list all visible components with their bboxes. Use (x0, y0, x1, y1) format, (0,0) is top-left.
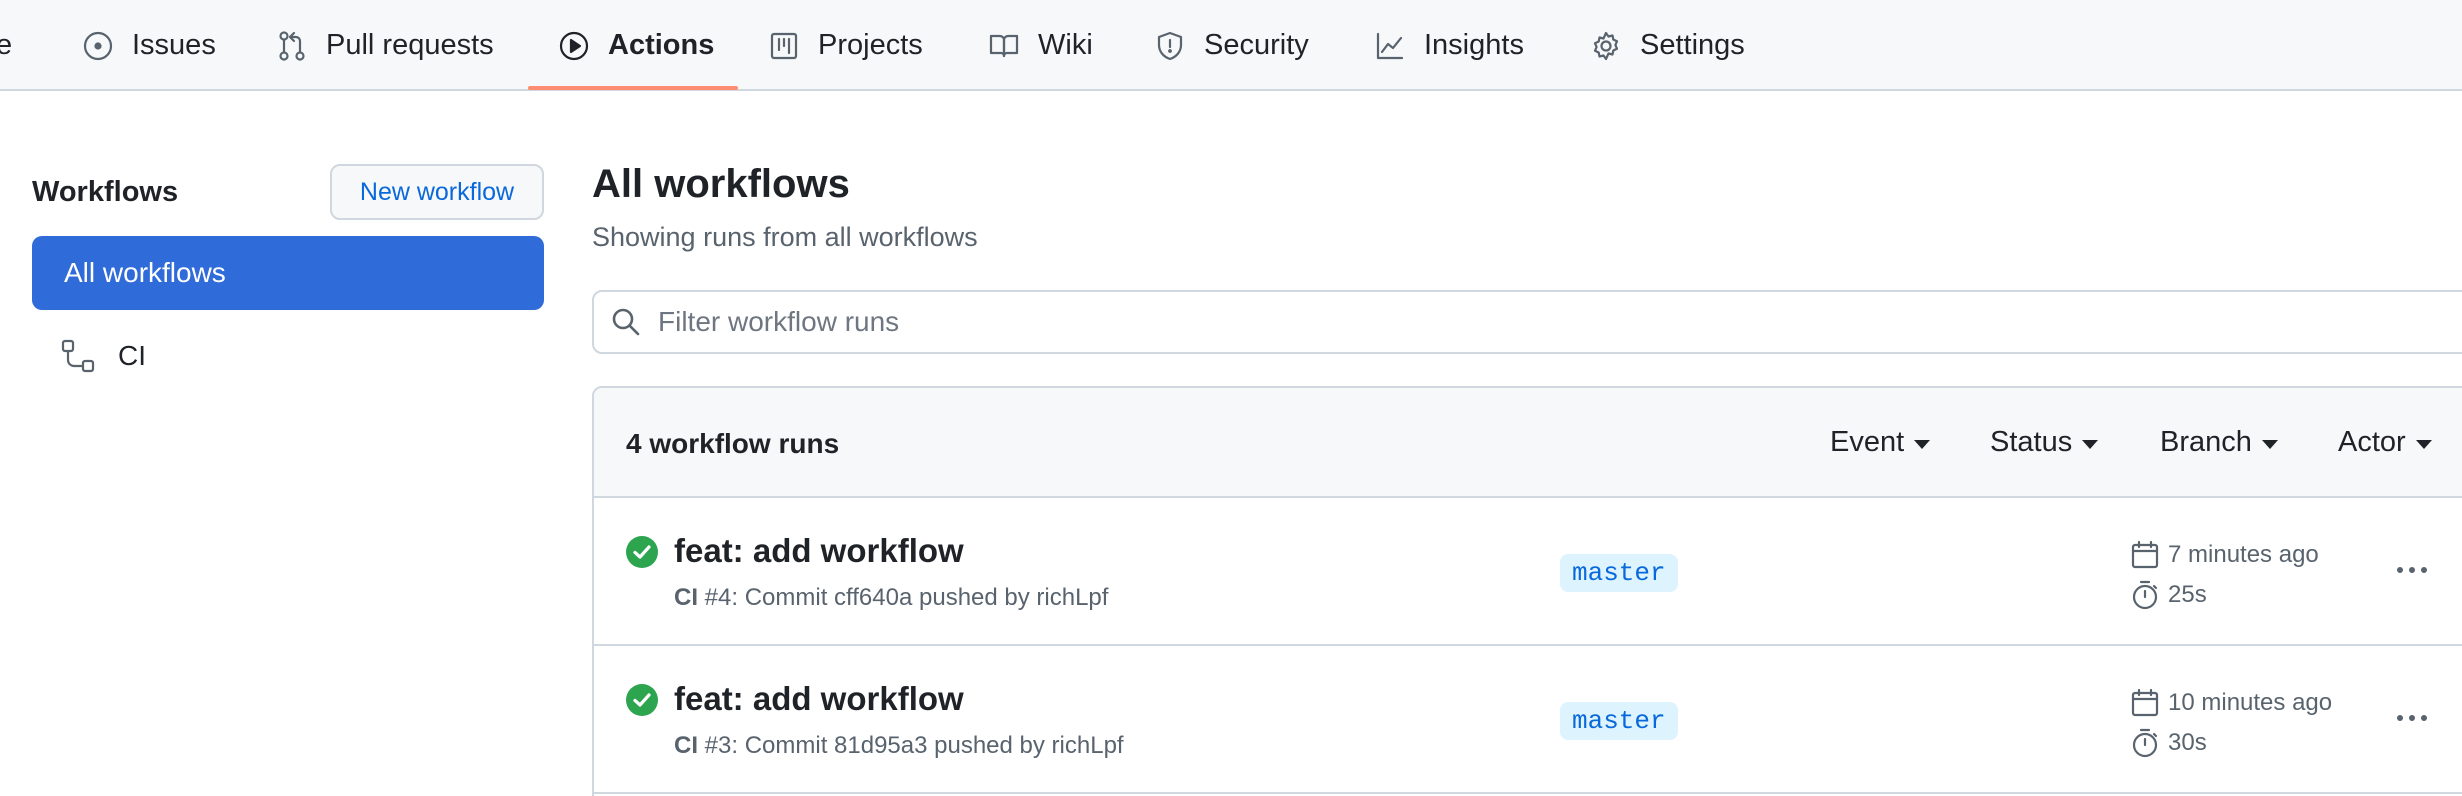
branch-badge[interactable]: master (1560, 554, 1678, 592)
nav-item-label: Actions (608, 29, 715, 61)
pull-request-icon (279, 30, 305, 61)
nav-item-settings[interactable]: Settings (1590, 0, 1745, 91)
nav-item-label: Settings (1640, 29, 1745, 61)
filter-label: Event (1830, 426, 1905, 458)
shield-icon (1157, 31, 1183, 60)
nav-item-label: Wiki (1038, 29, 1093, 61)
caret-down-icon (1914, 439, 1931, 449)
workflow-runs-list: 4 workflow runs Event Status Branch Acto… (592, 386, 2462, 796)
nav-item-insights[interactable]: Insights (1374, 0, 1524, 91)
nav-item-projects[interactable]: Projects (768, 0, 923, 91)
filter-label: Branch (2160, 426, 2252, 458)
branch-filter-dropdown[interactable]: Branch (2160, 426, 2278, 459)
calendar-icon (2131, 540, 2159, 569)
run-meta: CI #4: Commit cff640a pushed by richLpf (674, 584, 1108, 612)
status-filter-dropdown[interactable]: Status (1990, 426, 2099, 459)
page-title: All workflows (592, 162, 850, 206)
run-timestamp: 10 minutes ago (2130, 688, 2332, 718)
sidebar-item-all-workflows[interactable]: All workflows (32, 236, 544, 310)
book-icon (989, 34, 1019, 57)
nav-item-actions[interactable]: Actions (558, 0, 714, 91)
play-circle-icon (559, 31, 589, 60)
workflows-heading: Workflows (32, 176, 179, 208)
issue-circle-icon (83, 31, 113, 60)
stopwatch-icon (2132, 580, 2158, 610)
project-board-icon (770, 32, 798, 59)
nav-item-code-cut[interactable]: e (0, 0, 12, 91)
run-workflow-name: CI (674, 584, 698, 611)
active-tab-underline (528, 86, 738, 90)
nav-item-security[interactable]: Security (1154, 0, 1309, 91)
check-circle-icon (626, 684, 658, 716)
run-menu-button[interactable] (2390, 548, 2434, 592)
filter-label: Status (1990, 426, 2073, 458)
branch-badge[interactable]: master (1560, 702, 1678, 740)
run-meta-text: #4: Commit cff640a pushed by richLpf (698, 584, 1109, 611)
graph-icon (1376, 32, 1404, 59)
run-duration-text: 25s (2168, 581, 2207, 608)
run-timestamp-text: 7 minutes ago (2168, 541, 2319, 568)
workflow-icon (61, 339, 95, 373)
filter-box (592, 290, 2462, 354)
sidebar-item-label: All workflows (64, 257, 226, 288)
sidebar-item-ci[interactable]: CI (60, 334, 146, 378)
run-duration: 30s (2130, 728, 2207, 758)
nav-item-label: Projects (818, 29, 923, 61)
filter-workflow-runs-input[interactable] (658, 306, 2358, 338)
nav-item-wiki[interactable]: Wiki (988, 0, 1093, 91)
caret-down-icon (2415, 439, 2432, 449)
nav-item-issues[interactable]: Issues (82, 0, 216, 91)
nav-item-pull-requests[interactable]: Pull requests (276, 0, 494, 91)
runs-list-header: 4 workflow runs Event Status Branch Acto… (594, 388, 2462, 498)
gear-icon (1593, 31, 1619, 60)
run-menu-button[interactable] (2390, 696, 2434, 740)
nav-item-label: Security (1204, 29, 1309, 61)
caret-down-icon (2082, 439, 2099, 449)
calendar-icon (2131, 688, 2159, 717)
run-meta-text: #3: Commit 81d95a3 pushed by richLpf (698, 732, 1124, 759)
run-title-link[interactable]: feat: add workflow (674, 680, 964, 718)
run-title-link[interactable]: feat: add workflow (674, 532, 964, 570)
check-circle-icon (626, 536, 658, 568)
filter-label: Actor (2338, 426, 2406, 458)
stopwatch-icon (2132, 728, 2158, 758)
run-meta: CI #3: Commit 81d95a3 pushed by richLpf (674, 732, 1124, 760)
nav-item-label: Pull requests (326, 29, 494, 61)
run-timestamp: 7 minutes ago (2130, 540, 2319, 570)
nav-item-label: Issues (132, 29, 216, 61)
nav-item-label: e (0, 29, 13, 61)
run-duration: 25s (2130, 580, 2207, 610)
event-filter-dropdown[interactable]: Event (1830, 426, 1931, 459)
runs-count: 4 workflow runs (626, 428, 840, 459)
search-icon (612, 308, 640, 336)
run-duration-text: 30s (2168, 729, 2207, 756)
repo-nav: e Issues Pull requests Actions Projects … (0, 0, 2462, 91)
actor-filter-dropdown[interactable]: Actor (2338, 426, 2432, 459)
run-timestamp-text: 10 minutes ago (2168, 689, 2333, 716)
new-workflow-button[interactable]: New workflow (330, 164, 544, 220)
workflow-run-row[interactable]: feat: add workflow CI #4: Commit cff640a… (594, 498, 2462, 646)
run-workflow-name: CI (674, 732, 698, 759)
caret-down-icon (2261, 439, 2278, 449)
page-subtitle: Showing runs from all workflows (592, 222, 978, 252)
sidebar-item-label: CI (118, 340, 146, 371)
nav-item-label: Insights (1424, 29, 1524, 61)
workflow-run-row[interactable]: feat: add workflow CI #3: Commit 81d95a3… (594, 646, 2462, 794)
